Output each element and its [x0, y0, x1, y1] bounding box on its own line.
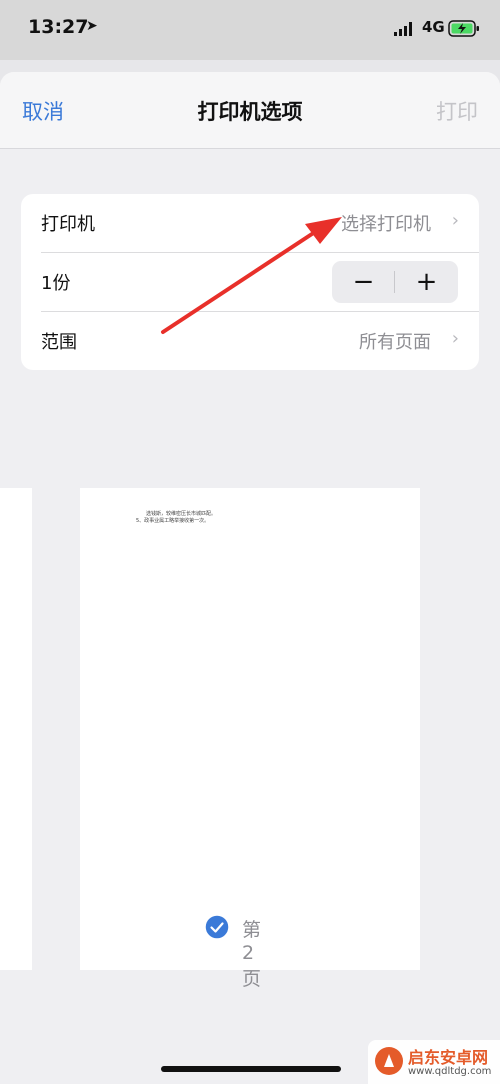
printer-row[interactable]: 打印机 选择打印机 › — [21, 194, 479, 252]
page-preview[interactable]: 选钱斯，较维密压长市城匹配。 5、政事业属工略举接收第一次。 第 2 页 — [80, 488, 420, 990]
location-arrow-icon: ➤ — [86, 18, 98, 34]
home-indicator — [161, 1066, 341, 1072]
printer-label: 打印机 — [41, 214, 95, 235]
checkmark-circle-icon — [204, 914, 230, 940]
print-options-sheet: 取消 打印机选项 打印 打印机 选择打印机 › 1份 − + 范围 所有页面 ›… — [0, 72, 500, 1084]
navigation-bar: 取消 打印机选项 打印 — [0, 72, 500, 149]
chevron-right-icon: › — [451, 328, 459, 349]
status-time: 13:27 — [28, 16, 89, 38]
battery-charging-icon — [448, 20, 479, 37]
document-text-line: 5、政事业属工略举接收第一次。 — [136, 518, 210, 524]
previous-page-preview[interactable] — [0, 488, 32, 970]
chevron-right-icon: › — [451, 210, 459, 231]
copies-label: 1份 — [41, 273, 71, 294]
signal-icon — [394, 22, 412, 36]
print-button[interactable]: 打印 — [436, 96, 478, 126]
options-group: 打印机 选择打印机 › 1份 − + 范围 所有页面 › — [21, 194, 479, 370]
document-text-line: 选钱斯，较维密压长市城匹配。 — [146, 511, 217, 517]
copies-stepper: − + — [332, 261, 458, 303]
range-value: 所有页面 — [359, 332, 431, 353]
watermark-name: 启东安卓网 — [408, 1048, 489, 1067]
network-type: 4G — [422, 18, 445, 36]
copies-row: 1份 − + — [21, 253, 479, 311]
decrement-button[interactable]: − — [332, 261, 395, 303]
watermark-logo — [375, 1047, 403, 1075]
increment-button[interactable]: + — [395, 261, 458, 303]
watermark: 启东安卓网 www.qdltdg.com — [368, 1040, 500, 1084]
range-row[interactable]: 范围 所有页面 › — [21, 312, 479, 370]
printer-value: 选择打印机 — [341, 214, 431, 235]
page-title: 打印机选项 — [197, 100, 303, 124]
status-bar: 13:27 ➤ 4G — [0, 0, 500, 60]
watermark-url: www.qdltdg.com — [408, 1066, 492, 1077]
range-label: 范围 — [41, 332, 77, 353]
page-number-label: 第 2 页 — [242, 919, 262, 990]
